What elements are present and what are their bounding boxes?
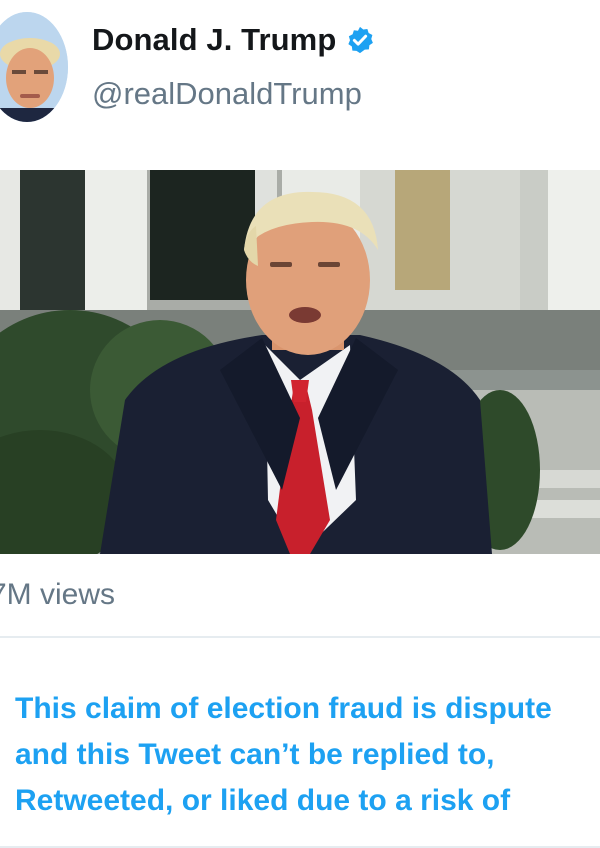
video-thumbnail-icon <box>0 170 600 554</box>
verified-badge-icon <box>345 25 375 55</box>
notice-line: This claim of election fraud is dispute <box>15 692 552 725</box>
notice-line: and this Tweet can’t be replied to, <box>15 738 495 771</box>
tweet-video[interactable] <box>0 170 600 554</box>
disputed-claim-notice[interactable]: This claim of election fraud is dispute … <box>15 686 600 824</box>
author-display-name[interactable]: Donald J. Trump <box>92 22 375 58</box>
divider <box>0 636 600 638</box>
profile-photo-icon <box>0 12 68 122</box>
view-count: 7M views <box>0 578 116 611</box>
author-display-name-text: Donald J. Trump <box>92 22 337 57</box>
author-avatar[interactable] <box>0 12 68 122</box>
notice-line: Retweeted, or liked due to a risk of <box>15 784 511 817</box>
author-handle[interactable]: @realDonaldTrump <box>92 76 362 112</box>
tweet-view: Donald J. Trump @realDonaldTrump 7M view… <box>0 0 600 848</box>
